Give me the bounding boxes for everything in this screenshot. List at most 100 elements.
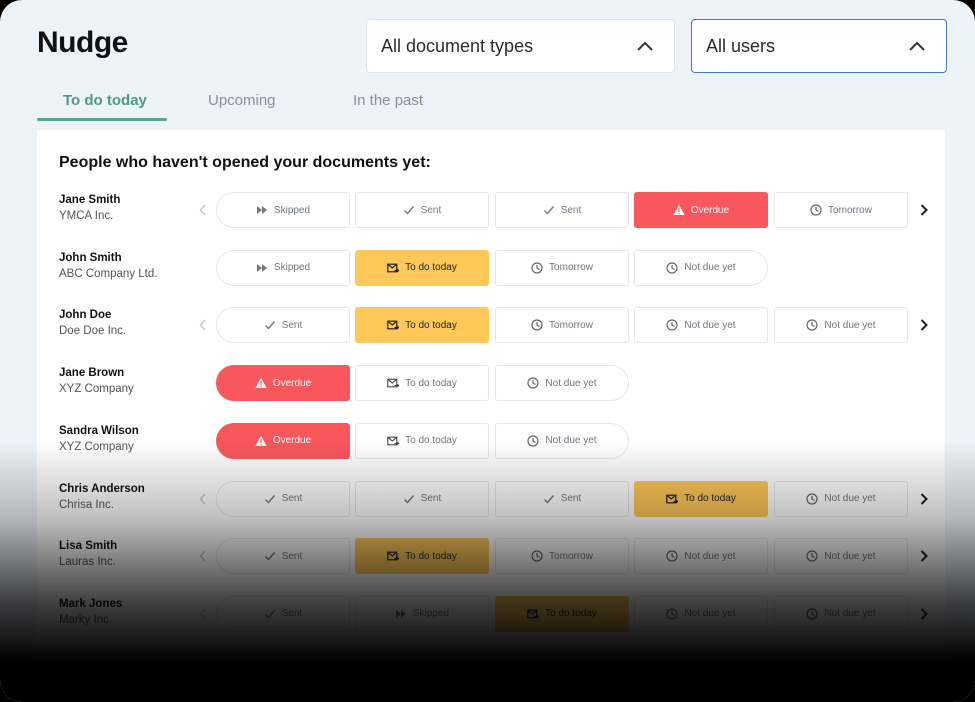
- person-row: Sandra Wilson XYZ Company Overdue To do to…: [37, 422, 945, 461]
- step-chip-skipped[interactable]: Skipped: [216, 249, 350, 286]
- step-chip-sent[interactable]: Sent: [216, 480, 350, 517]
- scroll-right-button[interactable]: [917, 605, 931, 623]
- step-label: To do today: [405, 319, 457, 331]
- step-chip-todo[interactable]: To do today: [355, 365, 489, 402]
- step-label: Sent: [281, 608, 303, 620]
- person-name: Mark Jones: [59, 597, 123, 610]
- step-chip-notdue[interactable]: Not due yet: [774, 538, 908, 575]
- step-chip-notdue[interactable]: Not due yet: [495, 422, 629, 459]
- step-chip-notdue[interactable]: Not due yet: [774, 480, 908, 517]
- step-chip-todo-active[interactable]: To do today: [634, 480, 768, 517]
- chevron-up-icon: [637, 41, 653, 51]
- person-name: Jane Brown: [59, 367, 125, 380]
- step-label: Not due yet: [684, 550, 736, 562]
- document-type-filter-value: All document types: [381, 35, 534, 56]
- step-chip-todo-active[interactable]: To do today: [355, 538, 489, 575]
- step-chip-sent[interactable]: Sent: [216, 595, 350, 632]
- scroll-right-button[interactable]: [917, 490, 931, 508]
- clock-icon: [806, 319, 819, 331]
- step-label: Sent: [281, 319, 303, 331]
- step-label: To do today: [545, 608, 597, 620]
- step-chip-notdue[interactable]: Not due yet: [634, 595, 768, 632]
- step-chip-sent[interactable]: Sent: [355, 480, 489, 517]
- step-chip-todo[interactable]: To do today: [355, 422, 489, 459]
- step-chip-sent[interactable]: Sent: [216, 538, 350, 575]
- brand-logo: Nudge: [37, 26, 128, 59]
- clock-icon: [666, 550, 679, 562]
- tab-to-do-today[interactable]: To do today: [63, 92, 147, 109]
- step-chip-tomorrow[interactable]: Tomorrow: [495, 249, 629, 286]
- clock-icon: [810, 204, 822, 216]
- person-name: Chris Anderson: [59, 482, 145, 495]
- step-chip-notdue[interactable]: Not due yet: [774, 307, 908, 344]
- clock-icon: [666, 262, 679, 274]
- person-info: Jane Smith YMCA Inc.: [59, 192, 199, 224]
- step-chip-tomorrow[interactable]: Tomorrow: [495, 538, 629, 575]
- clock-icon: [527, 435, 540, 447]
- step-chip-sent[interactable]: Sent: [216, 307, 350, 344]
- scroll-right-button[interactable]: [917, 547, 931, 565]
- fast-forward-icon: [395, 609, 406, 618]
- chevron-left-icon: [199, 608, 206, 620]
- checkmark-icon: [264, 609, 275, 619]
- step-chip-skipped[interactable]: Skipped: [216, 192, 350, 228]
- person-row: Mark Jones Marky Inc. Sent Skipped To do to…: [37, 595, 945, 634]
- step-chip-overdue[interactable]: Overdue: [634, 192, 768, 228]
- step-label: Sent: [420, 493, 442, 504]
- chevron-right-icon: [920, 204, 928, 216]
- step-chip-overdue[interactable]: Overdue: [216, 365, 350, 402]
- scroll-right-button[interactable]: [917, 201, 931, 219]
- person-company: Chrisa Inc.: [59, 498, 114, 511]
- step-chip-notdue[interactable]: Not due yet: [634, 538, 768, 575]
- mail-forward-icon: [387, 436, 400, 446]
- step-chip-notdue[interactable]: Not due yet: [634, 249, 768, 286]
- mail-forward-icon: [387, 378, 400, 388]
- person-row: Chris Anderson Chrisa Inc. Sent Sent Sent To…: [37, 480, 945, 519]
- active-tab-indicator: [37, 118, 167, 121]
- app-window: Nudge All document types All users To do…: [0, 0, 975, 702]
- scroll-right-button[interactable]: [917, 316, 931, 334]
- step-label: Sent: [420, 204, 442, 216]
- step-label: Not due yet: [684, 319, 736, 331]
- step-chip-notdue[interactable]: Not due yet: [774, 595, 908, 632]
- scroll-left-button[interactable]: [196, 316, 210, 334]
- scroll-left-button[interactable]: [196, 547, 210, 565]
- user-filter[interactable]: All users: [691, 19, 947, 73]
- tab-upcoming[interactable]: Upcoming: [208, 92, 276, 109]
- person-company: YMCA Inc.: [59, 210, 114, 222]
- document-type-filter[interactable]: All document types: [366, 19, 675, 73]
- person-row: Jane Brown XYZ Company Overdue To do today…: [37, 365, 945, 403]
- step-label: Tomorrow: [828, 204, 872, 216]
- tab-in-the-past[interactable]: In the past: [353, 92, 423, 109]
- step-chip-todo-active[interactable]: To do today: [355, 249, 489, 286]
- step-chip-todo-active[interactable]: To do today: [355, 307, 489, 344]
- step-chip-tomorrow[interactable]: Tomorrow: [774, 192, 908, 228]
- mail-forward-icon: [666, 494, 679, 503]
- person-name: Jane Smith: [59, 194, 121, 206]
- checkmark-icon: [543, 494, 554, 504]
- step-chip-overdue[interactable]: Overdue: [216, 422, 350, 459]
- fast-forward-icon: [256, 206, 267, 214]
- step-chip-tomorrow[interactable]: Tomorrow: [495, 307, 629, 344]
- step-chip-notdue[interactable]: Not due yet: [634, 307, 768, 344]
- scroll-left-button[interactable]: [196, 605, 210, 623]
- clock-icon: [666, 608, 679, 620]
- step-chip-skipped[interactable]: Skipped: [355, 595, 489, 632]
- scroll-left-button[interactable]: [196, 490, 210, 508]
- step-chip-todo-active[interactable]: To do today: [495, 595, 629, 632]
- step-chip-notdue[interactable]: Not due yet: [495, 365, 629, 402]
- chevron-left-icon: [199, 319, 206, 331]
- person-info: Chris Anderson Chrisa Inc.: [59, 481, 199, 513]
- step-label: Not due yet: [824, 493, 876, 504]
- step-label: Overdue: [690, 204, 730, 216]
- clock-icon: [666, 319, 679, 331]
- scroll-left-button[interactable]: [196, 201, 210, 219]
- step-label: Overdue: [272, 377, 312, 389]
- step-chip-sent[interactable]: Sent: [495, 480, 629, 517]
- step-chip-sent[interactable]: Sent: [495, 192, 629, 228]
- step-label: Not due yet: [824, 608, 876, 620]
- step-label: Not due yet: [824, 550, 876, 562]
- nudge-list-panel: People who haven't opened your documents…: [37, 130, 945, 702]
- step-chip-sent[interactable]: Sent: [355, 192, 489, 228]
- mail-forward-icon: [527, 609, 540, 619]
